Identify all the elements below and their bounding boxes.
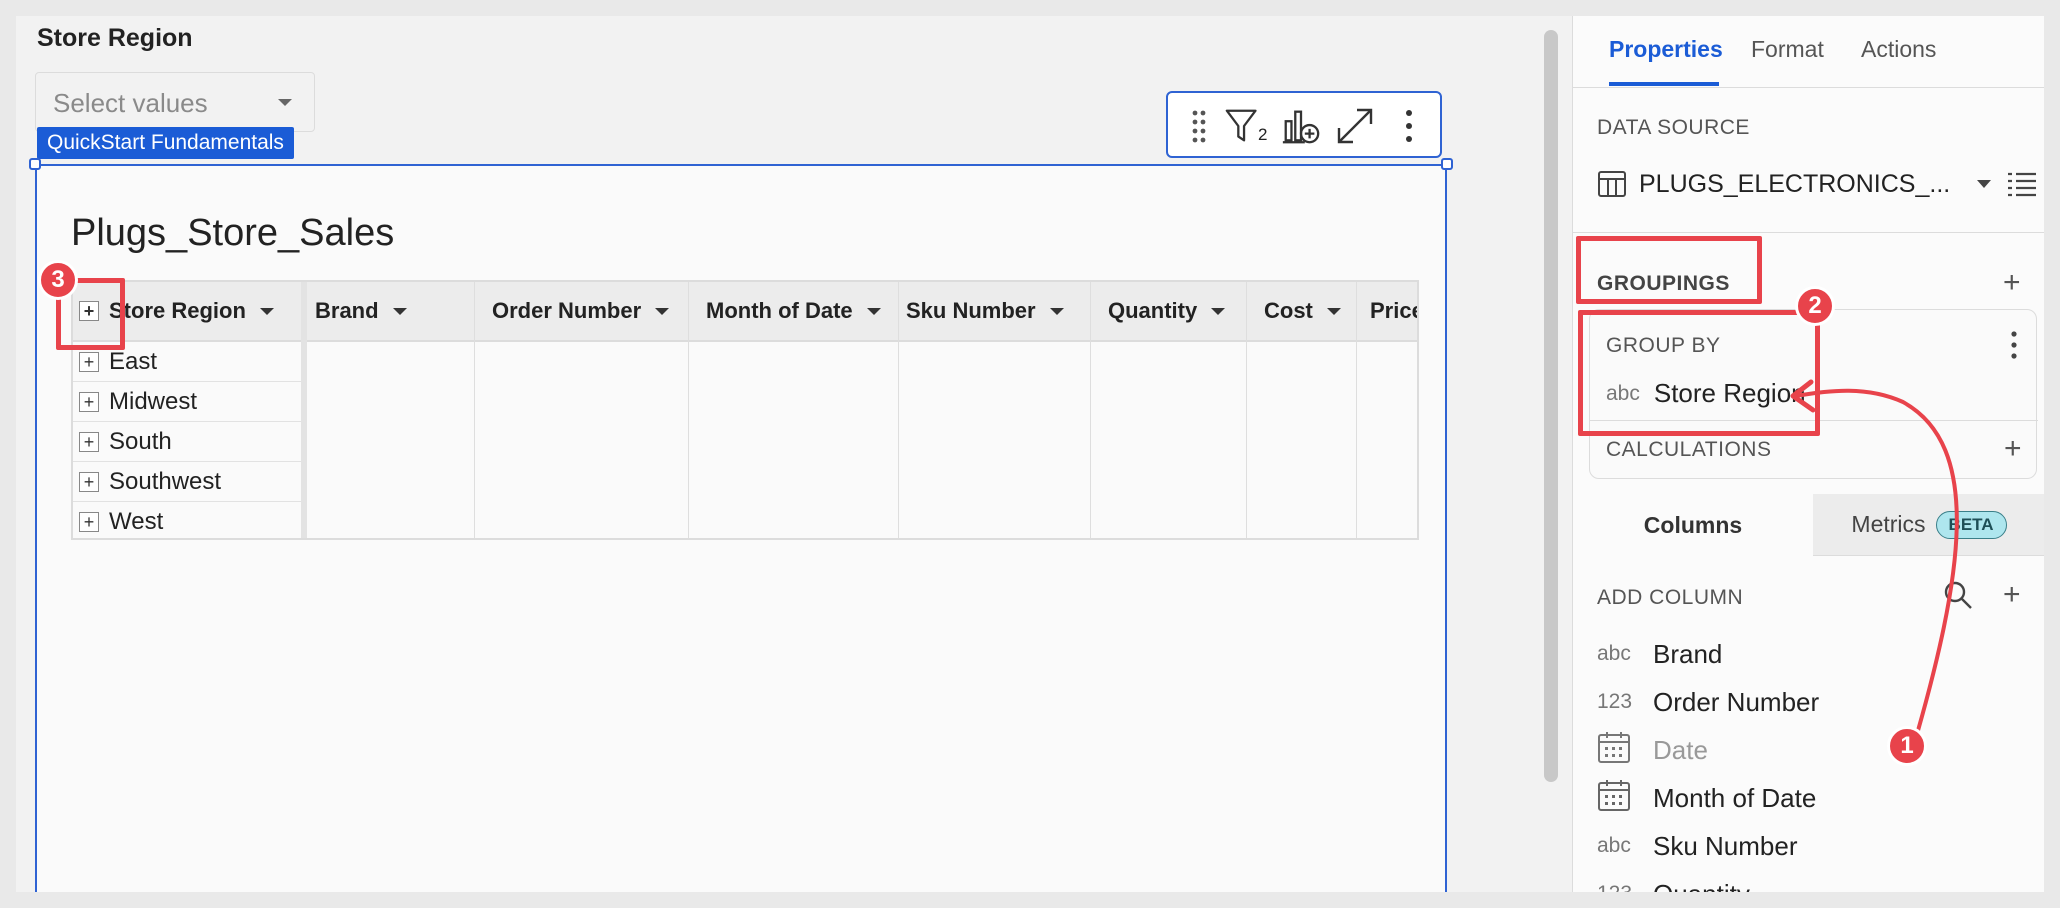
group-label: East xyxy=(109,347,158,375)
column-header-brand[interactable]: Brand xyxy=(307,282,474,342)
app-frame: Store Region Select values QuickStart Fu… xyxy=(16,16,2044,892)
group-label: Midwest xyxy=(109,387,198,415)
column-divider xyxy=(688,282,689,538)
chevron-down-icon[interactable] xyxy=(259,307,274,315)
header-label: Month of Date xyxy=(706,298,853,323)
drag-handle-icon[interactable] xyxy=(1178,105,1220,147)
chevron-down-icon[interactable] xyxy=(1049,307,1064,315)
expand-icon[interactable] xyxy=(1334,105,1376,147)
chevron-down-icon[interactable] xyxy=(866,307,881,315)
column-header-sku-number[interactable]: Sku Number xyxy=(898,282,1090,342)
header-label: Sku Number xyxy=(906,298,1036,323)
expand-icon[interactable]: + xyxy=(79,391,99,412)
group-label: South xyxy=(109,427,172,455)
group-label: Southwest xyxy=(109,467,222,495)
column-divider xyxy=(1090,282,1091,538)
chevron-down-icon[interactable] xyxy=(655,307,670,315)
store-region-select[interactable]: Select values xyxy=(35,72,315,132)
header-label: Price xyxy=(1370,298,1419,323)
chevron-down-icon[interactable] xyxy=(392,307,407,315)
group-row-west[interactable]: + West xyxy=(73,502,301,538)
resize-handle[interactable] xyxy=(1441,158,1453,170)
header-label: Quantity xyxy=(1108,298,1198,323)
element-toolbar: 2 xyxy=(1166,91,1442,158)
chevron-down-icon xyxy=(278,99,292,106)
column-divider xyxy=(898,282,899,538)
chevron-down-icon[interactable] xyxy=(1326,307,1341,315)
column-header-cost[interactable]: Cost xyxy=(1246,282,1356,342)
freeze-divider[interactable] xyxy=(301,282,307,538)
more-options-icon[interactable] xyxy=(1388,105,1430,147)
resize-handle[interactable] xyxy=(29,158,41,170)
annotation-badge-3: 3 xyxy=(38,260,78,300)
column-header-price[interactable]: Price xyxy=(1356,282,1419,342)
expand-icon[interactable]: + xyxy=(79,351,99,372)
header-label: Cost xyxy=(1264,298,1313,323)
properties-panel: Properties Format Actions DATA SOURCE PL… xyxy=(1572,16,2044,892)
annotation-arrow xyxy=(1790,379,1959,749)
column-header-order-number[interactable]: Order Number xyxy=(474,282,688,342)
expand-icon[interactable]: + xyxy=(79,471,99,492)
column-header-month-of-date[interactable]: Month of Date xyxy=(688,282,898,342)
annotation-badge-1: 1 xyxy=(1887,726,1927,766)
filter-count: 2 xyxy=(1258,125,1268,144)
column-divider xyxy=(1246,282,1247,538)
expand-icon[interactable]: + xyxy=(79,511,99,532)
control-title: Store Region xyxy=(37,24,193,52)
filter-icon[interactable]: 2 xyxy=(1224,105,1268,147)
group-row-south[interactable]: + South xyxy=(73,422,301,462)
canvas-scrollbar[interactable] xyxy=(1544,30,1558,782)
add-chart-icon[interactable] xyxy=(1280,105,1322,147)
expand-icon[interactable]: + xyxy=(79,431,99,452)
table-title: Plugs_Store_Sales xyxy=(71,212,395,254)
header-label: Store Region xyxy=(109,298,246,323)
table-element[interactable]: Plugs_Store_Sales + Store Region Brand O… xyxy=(29,158,1453,892)
group-row-southwest[interactable]: + Southwest xyxy=(73,462,301,502)
group-row-midwest[interactable]: + Midwest xyxy=(73,382,301,422)
data-table: + Store Region Brand Order Number Month … xyxy=(71,280,1419,540)
group-label: West xyxy=(109,507,164,535)
column-divider xyxy=(474,282,475,538)
chevron-down-icon[interactable] xyxy=(1211,307,1226,315)
select-placeholder: Select values xyxy=(53,88,208,118)
column-header-quantity[interactable]: Quantity xyxy=(1090,282,1246,342)
header-label: Brand xyxy=(315,298,379,323)
column-divider xyxy=(1356,282,1357,538)
workbook-tag: QuickStart Fundamentals xyxy=(37,127,294,159)
header-label: Order Number xyxy=(492,298,642,323)
